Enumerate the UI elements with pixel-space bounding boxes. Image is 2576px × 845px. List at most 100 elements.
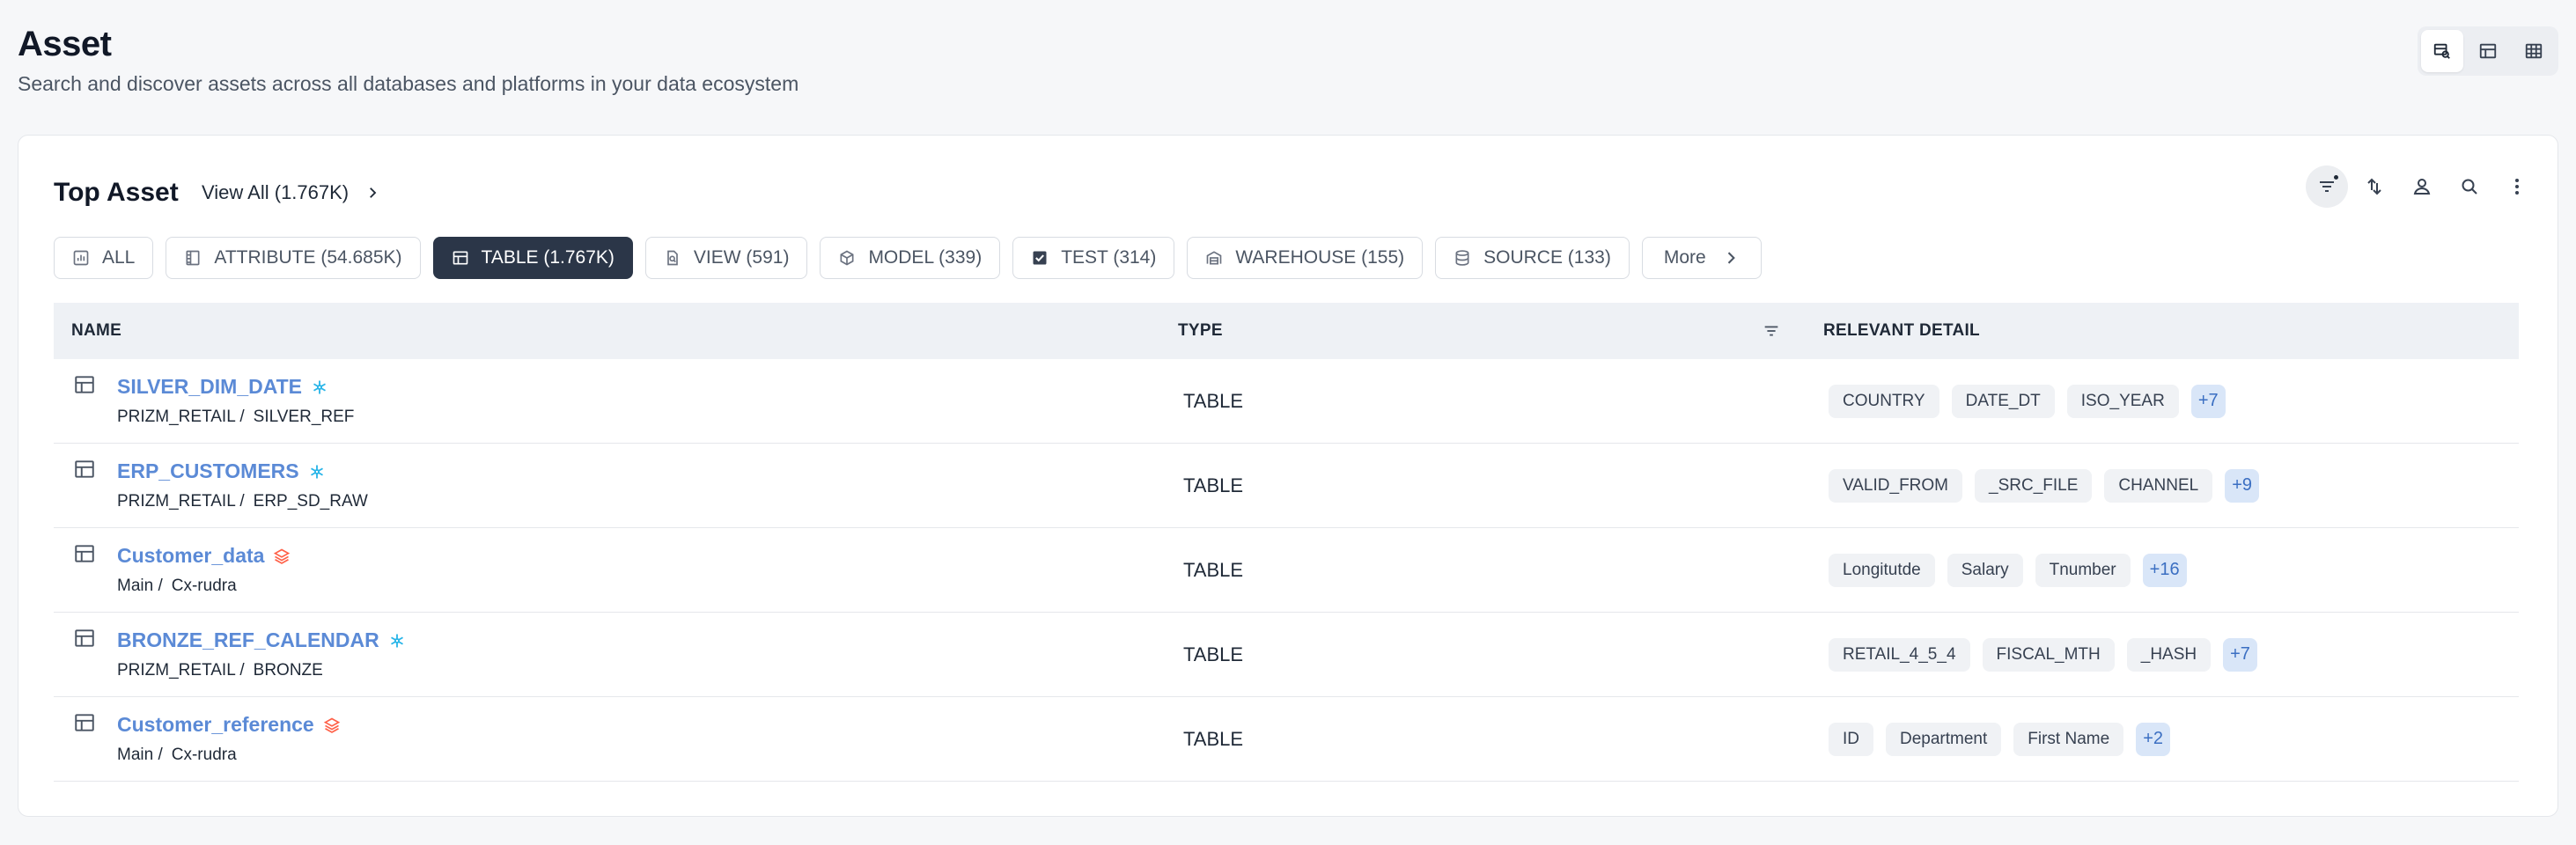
column-tag: ID — [1829, 722, 1873, 756]
more-label: More — [1663, 247, 1706, 268]
chip-label: SOURCE (133) — [1483, 247, 1611, 268]
path-database: PRIZM_RETAIL / — [117, 492, 245, 511]
chevron-right-icon — [1727, 252, 1735, 264]
view-switch — [2418, 26, 2558, 76]
more-options-button[interactable] — [2496, 165, 2538, 208]
chip-label: VIEW (591) — [693, 247, 790, 268]
chip-label: ATTRIBUTE (54.685K) — [214, 247, 402, 268]
filter-icon[interactable] — [1762, 321, 1781, 341]
relevant-detail: Longitutde Salary Tnumber +16 — [1799, 553, 2187, 587]
column-tag: CHANNEL — [2104, 468, 2213, 503]
asset-name: ERP_CUSTOMERS — [117, 459, 299, 482]
asset-type: TABLE — [1183, 727, 1244, 750]
column-tag: VALID_FROM — [1829, 468, 1963, 503]
asset-path: PRIZM_RETAIL / BRONZE — [117, 661, 406, 680]
table-icon — [75, 376, 94, 393]
path-schema: Cx-rudra — [171, 577, 237, 595]
column-tag: _HASH — [2126, 637, 2212, 672]
asset-name-link[interactable]: Customer_reference — [117, 713, 341, 737]
table-icon — [75, 545, 94, 562]
column-tag: Salary — [1947, 553, 2023, 587]
more-tags-badge[interactable]: +16 — [2142, 553, 2187, 587]
asset-name: Customer_data — [117, 544, 265, 567]
column-header-name[interactable]: NAME — [54, 321, 1160, 341]
asset-path: PRIZM_RETAIL / ERP_SD_RAW — [117, 492, 368, 511]
more-tags-badge[interactable]: +7 — [2190, 384, 2226, 418]
chip-test[interactable]: TEST (314) — [1012, 237, 1175, 279]
table-row[interactable]: Customer_data Main / Cx-rudra TABLE Long… — [54, 528, 2519, 613]
card-title: Top Asset — [54, 178, 179, 207]
view-all-label: View All (1.767K) — [202, 181, 350, 203]
asset-name-link[interactable]: BRONZE_REF_CALENDAR — [117, 628, 406, 652]
page-subtitle: Search and discover assets across all da… — [18, 72, 799, 95]
chip-label: TABLE (1.767K) — [481, 247, 615, 268]
chip-model[interactable]: MODEL (339) — [820, 237, 1001, 279]
more-tags-badge[interactable]: +9 — [2225, 468, 2260, 503]
owner-button[interactable] — [2401, 165, 2443, 208]
path-schema: Cx-rudra — [171, 746, 237, 764]
search-table-icon — [2433, 43, 2450, 59]
table-row[interactable]: BRONZE_REF_CALENDAR PRIZM_RETAIL / BRONZ… — [54, 613, 2519, 697]
grid-icon — [2525, 43, 2543, 59]
table-row[interactable]: SILVER_DIM_DATE PRIZM_RETAIL / SILVER_RE… — [54, 359, 2519, 444]
search-icon — [2462, 179, 2477, 195]
asset-type: TABLE — [1183, 643, 1244, 665]
chip-attribute[interactable]: ATTRIBUTE (54.685K) — [166, 237, 421, 279]
asset-path: Main / Cx-rudra — [117, 577, 291, 596]
databricks-icon — [274, 548, 291, 564]
asset-type: TABLE — [1183, 474, 1244, 496]
chip-source[interactable]: SOURCE (133) — [1435, 237, 1630, 279]
view-search-button[interactable] — [2421, 30, 2463, 72]
filter-active-dot — [2332, 173, 2340, 181]
path-database: Main / — [117, 577, 163, 595]
relevant-detail: RETAIL_4_5_4 FISCAL_MTH _HASH +7 — [1799, 637, 2257, 672]
attribute-icon — [186, 250, 200, 266]
snowflake-icon — [310, 465, 323, 478]
path-schema: ERP_SD_RAW — [253, 492, 368, 511]
path-schema: BRONZE — [253, 661, 323, 680]
column-header-type-label: TYPE — [1178, 321, 1223, 340]
path-database: PRIZM_RETAIL / — [117, 661, 245, 680]
asset-name-link[interactable]: ERP_CUSTOMERS — [117, 459, 368, 483]
chip-all[interactable]: ALL — [54, 237, 154, 279]
table-icon — [75, 460, 94, 478]
column-tag: Department — [1886, 722, 2002, 756]
asset-name-link[interactable]: Customer_data — [117, 544, 291, 568]
path-database: PRIZM_RETAIL / — [117, 408, 245, 426]
column-header-type[interactable]: TYPE — [1160, 321, 1799, 341]
chip-label: WAREHOUSE (155) — [1235, 247, 1405, 268]
column-tag: FISCAL_MTH — [1982, 637, 2115, 672]
asset-name-link[interactable]: SILVER_DIM_DATE — [117, 375, 354, 399]
snowflake-icon — [313, 380, 326, 393]
chip-warehouse[interactable]: WAREHOUSE (155) — [1187, 237, 1424, 279]
top-asset-card: Top Asset View All (1.767K) ALL ATTRIBUT… — [18, 135, 2558, 817]
chevron-right-icon — [370, 187, 377, 198]
more-chips-button[interactable]: More — [1641, 237, 1762, 279]
relevant-detail: VALID_FROM _SRC_FILE CHANNEL +9 — [1799, 468, 2260, 503]
more-tags-badge[interactable]: +7 — [2223, 637, 2257, 672]
chip-table[interactable]: TABLE (1.767K) — [432, 237, 633, 279]
column-tag: ISO_YEAR — [2066, 384, 2179, 418]
table-row[interactable]: ERP_CUSTOMERS PRIZM_RETAIL / ERP_SD_RAW … — [54, 444, 2519, 528]
more-tags-badge[interactable]: +2 — [2136, 722, 2170, 756]
relevant-detail: ID Department First Name +2 — [1799, 722, 2170, 756]
chip-view[interactable]: VIEW (591) — [644, 237, 808, 279]
search-button[interactable] — [2448, 165, 2491, 208]
asset-type: TABLE — [1183, 558, 1244, 581]
view-grid-button[interactable] — [2513, 30, 2555, 72]
more-vertical-icon — [2515, 179, 2519, 195]
view-all-link[interactable]: View All (1.767K) — [202, 181, 380, 204]
sort-button[interactable] — [2353, 165, 2396, 208]
relevant-detail: COUNTRY DATE_DT ISO_YEAR +7 — [1799, 384, 2226, 418]
table-row[interactable]: Customer_reference Main / Cx-rudra TABLE… — [54, 697, 2519, 782]
view-table-button[interactable] — [2467, 30, 2509, 72]
column-tag: COUNTRY — [1829, 384, 1939, 418]
user-icon — [2413, 179, 2431, 195]
path-schema: SILVER_REF — [253, 408, 355, 426]
filter-button[interactable] — [2306, 165, 2348, 208]
table-layout-icon — [2479, 43, 2497, 59]
asset-name: BRONZE_REF_CALENDAR — [117, 628, 379, 651]
chip-label: ALL — [102, 247, 136, 268]
column-tag: DATE_DT — [1951, 384, 2055, 418]
cube-icon — [840, 250, 854, 266]
